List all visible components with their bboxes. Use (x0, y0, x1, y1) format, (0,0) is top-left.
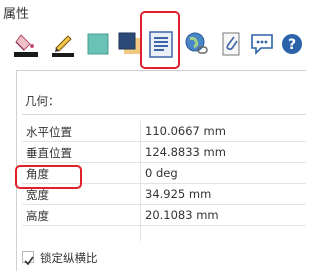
property-value-input[interactable]: 124.8833 mm (145, 145, 226, 159)
panel-title: 属性 (3, 7, 30, 22)
property-value-input[interactable]: 0 deg (145, 166, 178, 180)
property-row-horizontal-position: 水平位置 110.0667 mm (22, 121, 306, 142)
svg-text:?: ? (288, 37, 296, 53)
property-value-input[interactable]: 20.1083 mm (145, 208, 219, 222)
property-row-height: 高度 20.1083 mm (22, 205, 306, 226)
property-label: 宽度 (26, 188, 49, 202)
properties-panel: 属性 ? 几何： 水平位置 110.0667 mm 垂直位置 124.8833 … (0, 0, 306, 271)
divider (16, 70, 306, 71)
property-row-vertical-position: 垂直位置 124.8833 mm (22, 142, 306, 163)
lock-aspect-ratio-checkbox[interactable] (22, 251, 34, 266)
section-divider (22, 114, 306, 115)
attachment-icon[interactable] (216, 29, 246, 59)
geometry-section-label: 几何： (25, 94, 60, 108)
fill-bucket-icon[interactable] (12, 29, 42, 59)
property-label: 垂直位置 (26, 146, 72, 160)
toolbar-highlight-box (140, 11, 180, 69)
help-icon[interactable]: ? (278, 29, 308, 59)
column-divider (140, 121, 141, 241)
speech-bubble-icon[interactable] (248, 29, 278, 59)
property-value-input[interactable]: 34.925 mm (145, 187, 211, 201)
property-value-input[interactable]: 110.0667 mm (145, 124, 226, 138)
angle-row-highlight-box (15, 165, 82, 189)
checkmark-icon (24, 256, 34, 266)
teal-square-icon[interactable] (84, 29, 114, 59)
lock-aspect-ratio-label: 锁定纵横比 (40, 251, 98, 265)
property-label: 高度 (26, 209, 49, 223)
property-label: 水平位置 (26, 125, 72, 139)
pen-line-icon[interactable] (48, 29, 78, 59)
globe-link-icon[interactable] (182, 29, 212, 59)
